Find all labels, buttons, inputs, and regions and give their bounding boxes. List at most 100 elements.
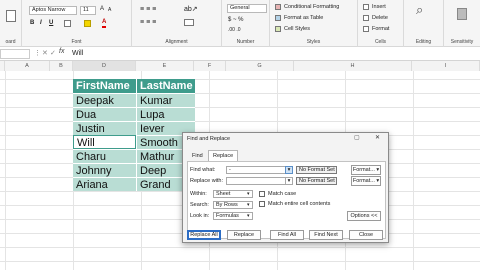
italic-button[interactable]: I: [40, 20, 42, 27]
header-cell-firstname[interactable]: FirstName: [73, 79, 136, 93]
find-what-label: Find what:: [190, 167, 216, 173]
replace-with-label: Replace with:: [190, 178, 224, 184]
font-group-label: Font: [71, 39, 82, 45]
font-name-select[interactable]: Aptos Narrow: [29, 6, 77, 15]
column-header-i[interactable]: I: [412, 61, 480, 71]
look-in-label: Look in:: [190, 213, 210, 219]
fx-icon[interactable]: fx: [59, 48, 64, 55]
underline-button[interactable]: U: [49, 20, 53, 27]
horizontal-align-icons[interactable]: ≡≡≡: [140, 19, 158, 26]
column-header-g[interactable]: G: [226, 61, 294, 71]
orientation-icon[interactable]: ab↗: [184, 6, 198, 13]
conditional-formatting-button[interactable]: Conditional Formatting: [284, 4, 339, 11]
column-header-row: A B C D E F G H I: [0, 61, 480, 71]
insert-button[interactable]: Insert: [372, 4, 386, 11]
within-label: Within:: [190, 191, 207, 197]
clipboard-group: oard: [0, 0, 22, 47]
replace-all-button[interactable]: Replace All: [187, 230, 221, 240]
merge-center-icon[interactable]: [184, 19, 194, 26]
table-cell[interactable]: Ariana: [73, 177, 136, 191]
table-cell[interactable]: Lupa: [136, 107, 195, 121]
formula-input[interactable]: Will: [72, 50, 83, 57]
help-icon[interactable]: ▢: [354, 135, 360, 142]
table-cell[interactable]: Charu: [73, 149, 136, 163]
search-chevron-icon: ▾: [247, 202, 250, 208]
find-all-button[interactable]: Find All: [270, 230, 304, 240]
table-cell[interactable]: Johnny: [73, 163, 136, 177]
borders-icon[interactable]: [64, 20, 71, 27]
column-header-b[interactable]: B: [50, 61, 73, 71]
active-cell[interactable]: Will: [73, 135, 136, 149]
cancel-icon[interactable]: ✕: [42, 49, 48, 57]
find-replace-dialog: Find and Replace ▢ ✕ Find Replace Find w…: [182, 132, 389, 243]
delete-button[interactable]: Delete: [372, 15, 388, 22]
format-button[interactable]: Format: [372, 26, 389, 33]
number-group: General $ ~ % .00 .0 Number: [222, 0, 270, 47]
confirm-icon[interactable]: ✓: [50, 49, 56, 57]
column-header-a[interactable]: A: [5, 61, 50, 71]
conditional-formatting-icon: [275, 4, 281, 10]
column-header-e[interactable]: E: [136, 61, 194, 71]
close-button[interactable]: Close: [349, 230, 383, 240]
match-entire-checkbox[interactable]: [259, 201, 265, 207]
close-icon[interactable]: ✕: [375, 135, 380, 142]
fill-color-icon[interactable]: [84, 20, 91, 27]
table-cell[interactable]: Dua: [73, 107, 136, 121]
alignment-label: Alignment: [165, 39, 188, 45]
format-button-replace[interactable]: Format... ▾: [351, 176, 381, 186]
search-label: Search:: [190, 202, 209, 208]
find-select-icon[interactable]: ⌕: [416, 3, 423, 16]
sensitivity-label: Sensitivity: [450, 39, 474, 45]
table-cell[interactable]: Kumar: [136, 93, 195, 107]
insert-icon: [363, 4, 369, 10]
format-button-find[interactable]: Format... ▾: [351, 165, 381, 175]
format-table-icon: [275, 15, 281, 21]
data-table: FirstName LastName Deepak Kumar Dua Lupa…: [73, 79, 195, 195]
find-what-input[interactable]: -: [226, 166, 292, 174]
cells-label: Cells: [374, 39, 387, 45]
table-cell[interactable]: Deepak: [73, 93, 136, 107]
number-label: Number: [236, 39, 255, 45]
match-entire-label: Match entire cell contents: [268, 201, 331, 207]
cells-group: Insert Delete Format Cells: [358, 0, 404, 47]
look-in-chevron-icon: ▾: [247, 213, 250, 219]
options-button[interactable]: Options <<: [347, 211, 381, 221]
formula-bar: ⋮ ✕ ✓ fx Will: [0, 47, 480, 61]
tab-replace[interactable]: Replace: [213, 153, 233, 160]
ribbon: oard Aptos Narrow 11 A A B I U A Font ≡≡…: [0, 0, 480, 47]
table-cell[interactable]: Justin: [73, 121, 136, 135]
column-header-d[interactable]: D: [73, 61, 136, 71]
tab-find[interactable]: Find: [192, 153, 203, 160]
excel-window: oard Aptos Narrow 11 A A B I U A Font ≡≡…: [0, 0, 480, 270]
dialog-title: Find and Replace: [187, 136, 231, 142]
match-case-checkbox[interactable]: [259, 191, 265, 197]
replace-button[interactable]: Replace: [227, 230, 261, 240]
find-history-dropdown[interactable]: ▾: [285, 166, 293, 174]
grow-font-icon[interactable]: A: [100, 6, 104, 13]
alignment-group: ≡≡≡ ≡≡≡ ab↗ Alignment: [132, 0, 222, 47]
bold-button[interactable]: B: [30, 20, 34, 27]
format-icon: [363, 26, 369, 32]
shrink-font-icon[interactable]: A: [108, 7, 111, 14]
dropdown-icon[interactable]: ⋮: [34, 49, 41, 57]
top-align-icons[interactable]: ≡≡≡: [140, 6, 158, 13]
decimal-icons[interactable]: .00 .0: [228, 27, 241, 34]
match-case-label: Match case: [268, 191, 297, 197]
replace-with-input[interactable]: [226, 177, 292, 185]
currency-icon[interactable]: $ ~ %: [228, 17, 244, 24]
replace-history-dropdown[interactable]: ▾: [285, 177, 293, 185]
find-next-button[interactable]: Find Next: [309, 230, 343, 240]
paste-icon[interactable]: [6, 10, 16, 22]
cell-styles-button[interactable]: Cell Styles: [284, 26, 310, 33]
column-header-f[interactable]: F: [194, 61, 226, 71]
editing-group: ⌕ Editing: [404, 0, 444, 47]
font-color-button[interactable]: A: [102, 19, 107, 28]
sensitivity-group: Sensitivity: [444, 0, 480, 47]
column-header-h[interactable]: H: [294, 61, 412, 71]
sensitivity-icon[interactable]: [457, 8, 467, 20]
number-format-select[interactable]: General: [227, 4, 267, 13]
name-box[interactable]: [0, 49, 30, 59]
header-cell-lastname[interactable]: LastName: [136, 79, 195, 93]
font-size-select[interactable]: 11: [80, 6, 96, 15]
format-as-table-button[interactable]: Format as Table: [284, 15, 323, 22]
